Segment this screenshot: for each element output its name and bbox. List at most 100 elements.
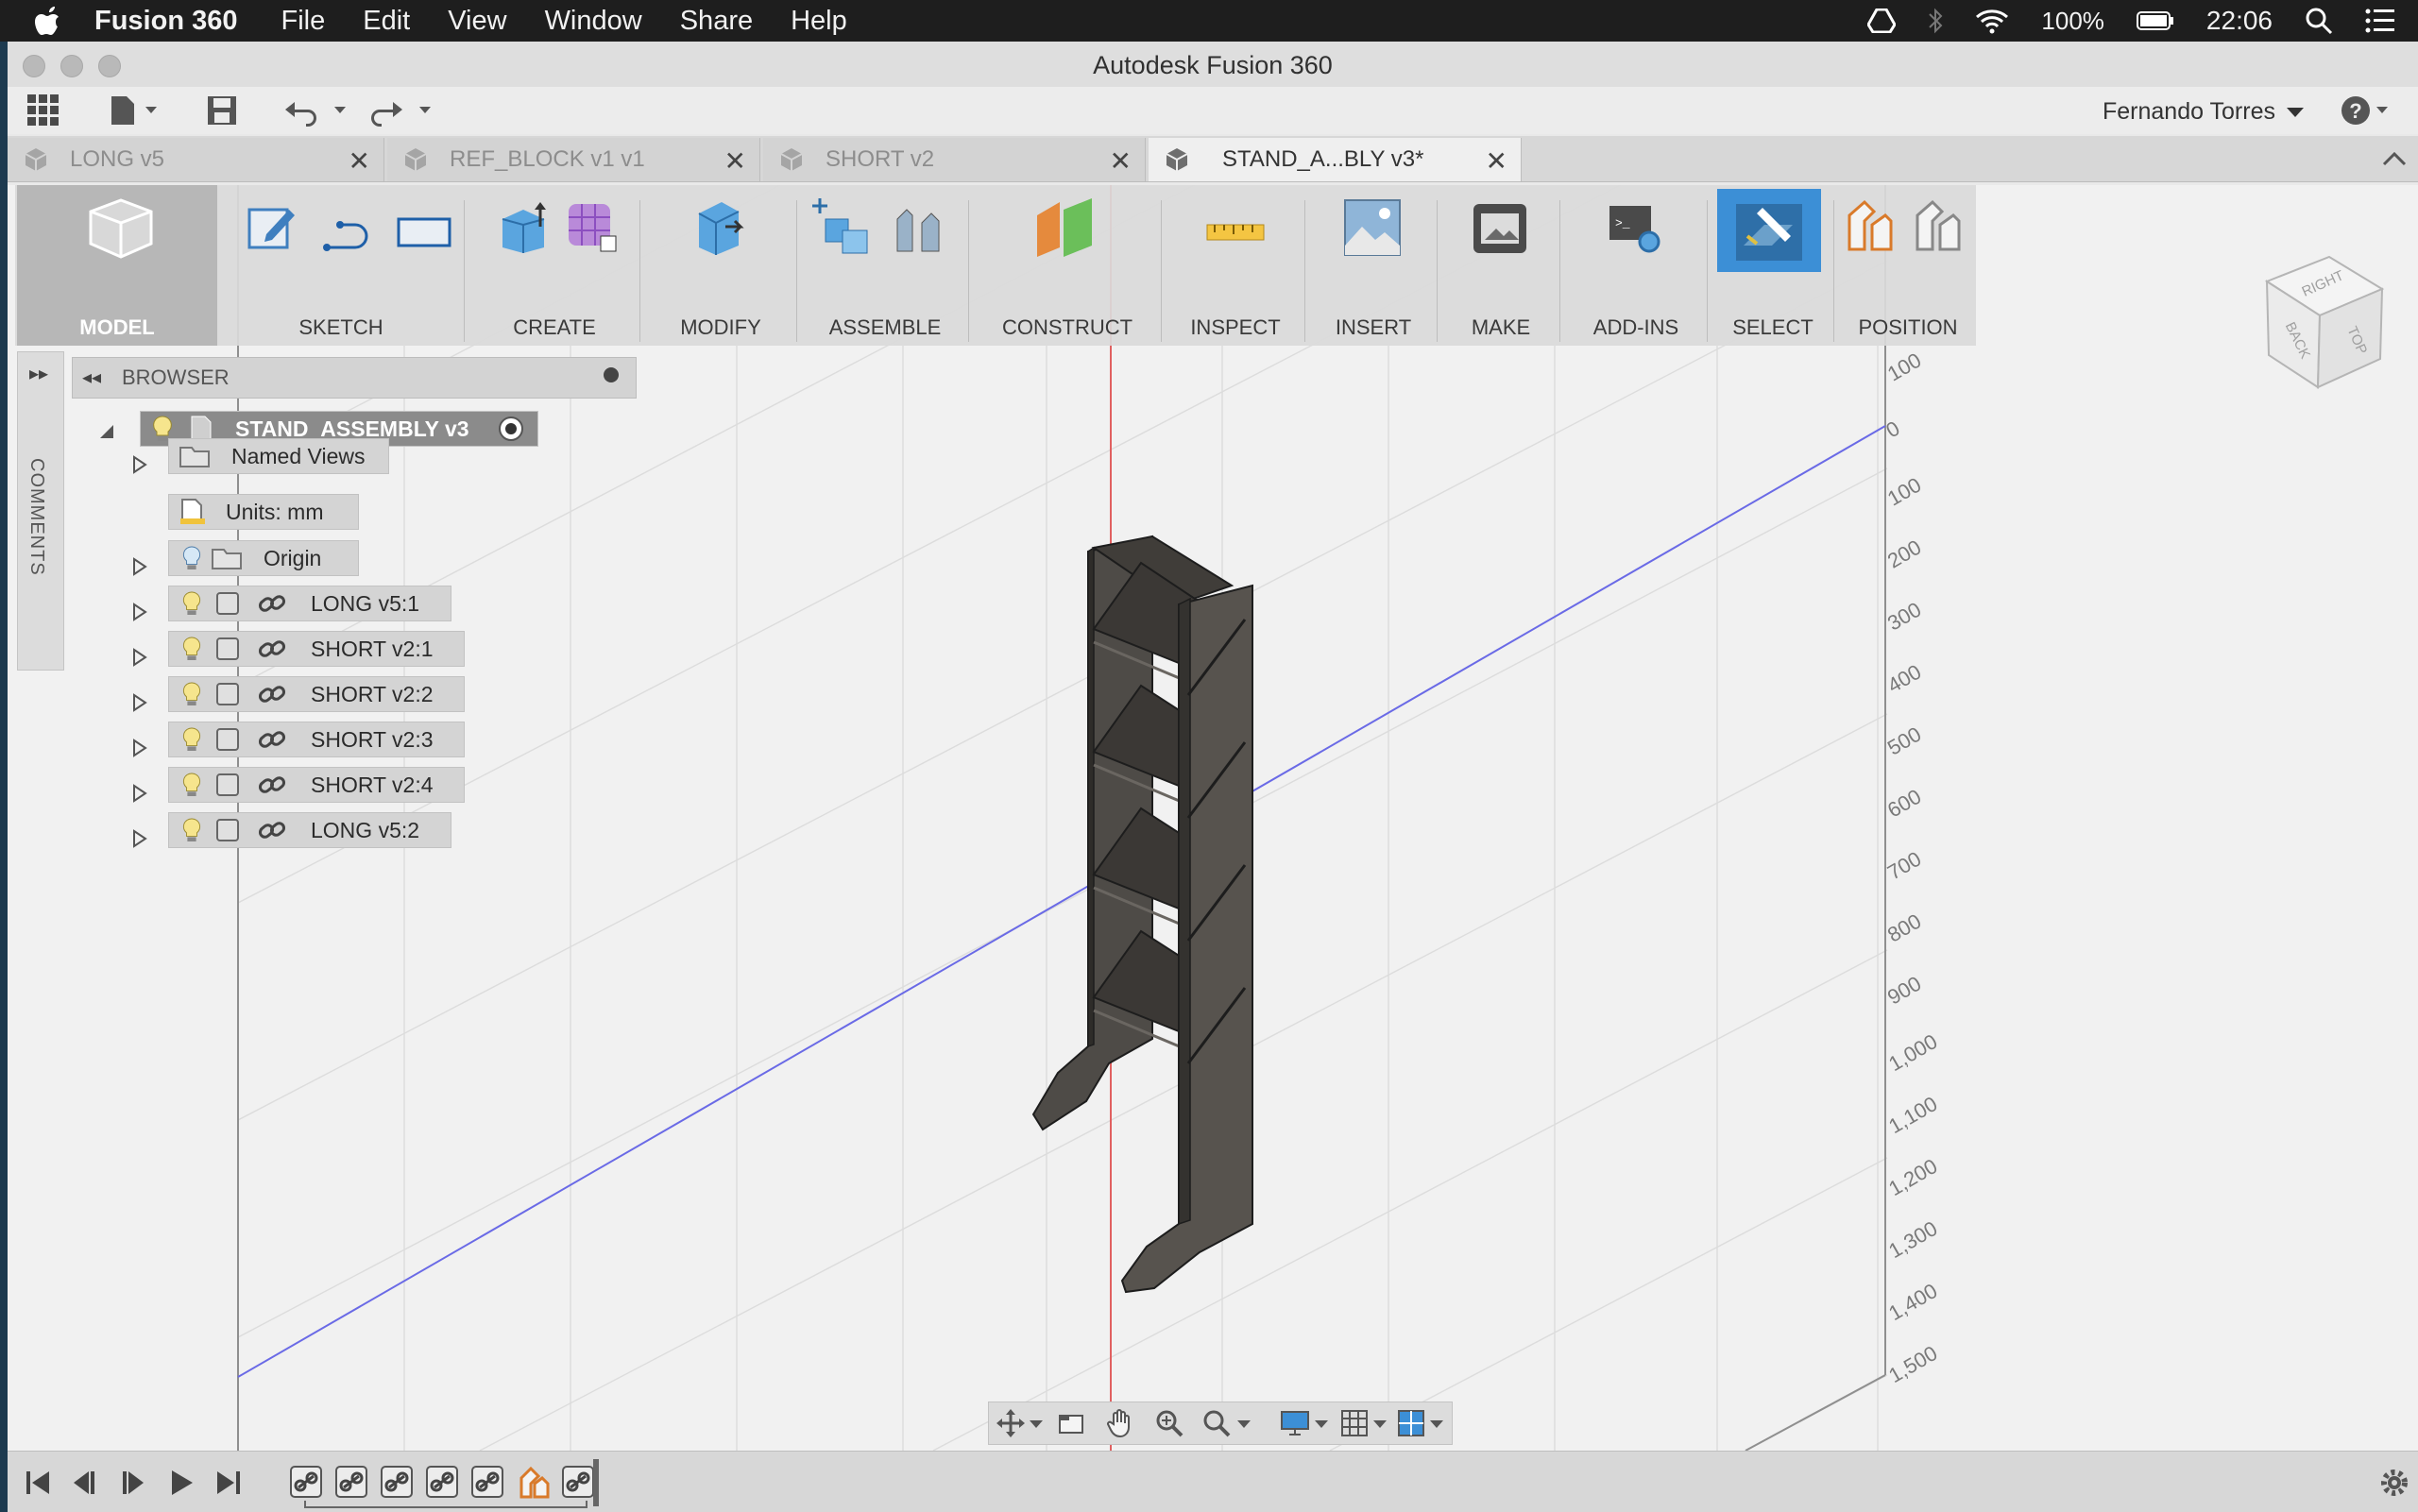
search-icon[interactable]	[2305, 7, 2333, 35]
activate-radio-icon[interactable]	[497, 415, 525, 443]
collapse-tabs-icon[interactable]	[2382, 151, 2407, 166]
expand-root-icon[interactable]	[98, 423, 115, 440]
revert-position-icon[interactable]	[1912, 198, 1963, 255]
arc-icon[interactable]	[321, 210, 378, 257]
look-at-icon[interactable]	[1057, 1410, 1085, 1436]
capture-position-icon[interactable]	[1844, 198, 1895, 255]
browser-node-long-v5-2[interactable]: LONG v5:2	[168, 812, 451, 848]
menu-help[interactable]: Help	[791, 6, 847, 37]
zoom-icon[interactable]	[1155, 1409, 1183, 1437]
new-component-icon[interactable]	[810, 196, 871, 257]
insert-group[interactable]: INSERT	[1315, 185, 1438, 346]
add-ins-group[interactable]: >_ ADD-INS	[1570, 185, 1708, 346]
tab-ref-block-v1[interactable]: REF_BLOCK v1 v1 ✕	[387, 138, 760, 181]
grid-settings-icon[interactable]	[1340, 1409, 1369, 1437]
joint-link-icon[interactable]	[334, 1465, 368, 1499]
tab-long-v5[interactable]: LONG v5 ✕	[8, 138, 384, 181]
3d-print-icon[interactable]	[1472, 202, 1528, 255]
expand-node-icon[interactable]	[132, 829, 147, 848]
menu-edit[interactable]: Edit	[363, 6, 410, 37]
expand-node-icon[interactable]	[132, 603, 147, 621]
browser-node-named-views[interactable]: Named Views	[168, 438, 389, 474]
menu-view[interactable]: View	[448, 6, 506, 37]
browser-node-short-v2-2[interactable]: SHORT v2:2	[168, 676, 465, 712]
step-forward-icon[interactable]	[119, 1469, 145, 1497]
data-panel-grid-icon[interactable]	[26, 94, 60, 127]
modify-group[interactable]: MODIFY	[650, 185, 797, 346]
insert-image-icon[interactable]	[1343, 198, 1402, 257]
user-account-menu[interactable]: Fernando Torres	[2103, 98, 2306, 126]
close-tab-icon[interactable]: ✕	[1486, 145, 1507, 177]
browser-node-origin[interactable]: Origin	[168, 540, 359, 576]
expand-node-icon[interactable]	[132, 648, 147, 667]
expand-comments-icon[interactable]: ▸▸	[29, 362, 48, 385]
tab-stand-assembly[interactable]: STAND_A...BLY v3* ✕	[1149, 138, 1522, 181]
file-menu-icon[interactable]	[108, 94, 161, 127]
inspect-group[interactable]: INSPECT	[1171, 185, 1305, 346]
fit-zoom-icon[interactable]	[1202, 1409, 1231, 1437]
measure-icon[interactable]	[1205, 213, 1266, 251]
construct-group[interactable]: CONSTRUCT	[979, 185, 1162, 346]
browser-header[interactable]: ◂◂ BROWSER	[72, 357, 637, 399]
display-settings-icon[interactable]	[1280, 1410, 1310, 1436]
viewports-icon[interactable]	[1397, 1409, 1425, 1437]
select-group[interactable]: SELECT	[1717, 185, 1834, 346]
menu-window[interactable]: Window	[545, 6, 642, 37]
pan-hand-icon[interactable]	[1106, 1409, 1134, 1437]
close-tab-icon[interactable]: ✕	[349, 145, 370, 177]
browser-node-units[interactable]: Units: mm	[168, 494, 359, 530]
expand-named-views-icon[interactable]	[132, 455, 147, 474]
form-icon[interactable]	[563, 198, 620, 255]
expand-origin-icon[interactable]	[132, 557, 147, 576]
notification-center-icon[interactable]	[2365, 8, 2395, 33]
bluetooth-icon[interactable]	[1928, 7, 1943, 35]
scripts-addins-icon[interactable]: >_	[1608, 200, 1664, 255]
close-tab-icon[interactable]: ✕	[1110, 145, 1132, 177]
expand-node-icon[interactable]	[132, 784, 147, 803]
workspace-switcher[interactable]: MODEL	[17, 185, 217, 346]
make-group[interactable]: MAKE	[1447, 185, 1560, 346]
visibility-bulb-icon[interactable]	[180, 544, 203, 572]
visibility-bulb-icon[interactable]	[180, 589, 203, 618]
create-sketch-icon[interactable]	[246, 200, 300, 255]
collapse-browser-icon[interactable]: ◂◂	[82, 365, 101, 389]
go-to-start-icon[interactable]	[25, 1469, 51, 1497]
apple-menu-icon[interactable]	[0, 5, 94, 37]
joint-link-icon[interactable]	[561, 1465, 595, 1499]
comments-panel[interactable]: ▸▸ COMMENTS	[17, 351, 64, 671]
chevron-down-icon[interactable]	[1429, 1419, 1444, 1429]
timeline-track[interactable]	[281, 1459, 603, 1508]
clock[interactable]: 22:06	[2206, 6, 2273, 36]
visibility-bulb-icon[interactable]	[180, 635, 203, 663]
joint-icon[interactable]	[888, 200, 948, 257]
browser-node-short-v2-1[interactable]: SHORT v2:1	[168, 631, 465, 667]
shelf-stand-model[interactable]	[1031, 535, 1253, 1294]
create-group[interactable]: CREATE	[474, 185, 640, 346]
browser-options-icon[interactable]	[604, 367, 619, 382]
press-pull-icon[interactable]	[691, 198, 748, 257]
browser-node-short-v2-3[interactable]: SHORT v2:3	[168, 722, 465, 757]
expand-node-icon[interactable]	[132, 739, 147, 757]
save-icon[interactable]	[206, 94, 238, 127]
sketch-group[interactable]: SKETCH	[223, 185, 465, 346]
rectangle-icon[interactable]	[397, 213, 451, 251]
visibility-bulb-icon[interactable]	[180, 816, 203, 844]
wifi-icon[interactable]	[1975, 8, 2009, 34]
menu-share[interactable]: Share	[680, 6, 753, 37]
extrude-icon[interactable]	[497, 198, 553, 255]
battery-icon[interactable]	[2136, 10, 2174, 31]
assemble-group[interactable]: ASSEMBLE	[807, 185, 969, 346]
select-icon[interactable]	[1734, 198, 1804, 264]
redo-icon[interactable]	[366, 94, 434, 127]
position-group[interactable]: POSITION	[1844, 185, 1972, 346]
drive-icon[interactable]	[1867, 8, 1897, 33]
visibility-bulb-icon[interactable]	[180, 680, 203, 708]
help-icon[interactable]: ?	[2341, 94, 2393, 127]
view-cube[interactable]: RIGHT BACK TOP	[2259, 253, 2388, 395]
offset-plane-icon[interactable]	[1031, 196, 1098, 259]
timeline-marker[interactable]	[593, 1459, 599, 1506]
visibility-bulb-icon[interactable]	[180, 725, 203, 754]
close-tab-icon[interactable]: ✕	[724, 145, 746, 177]
position-capture-icon[interactable]	[516, 1465, 550, 1499]
browser-node-long-v5-1[interactable]: LONG v5:1	[168, 586, 451, 621]
